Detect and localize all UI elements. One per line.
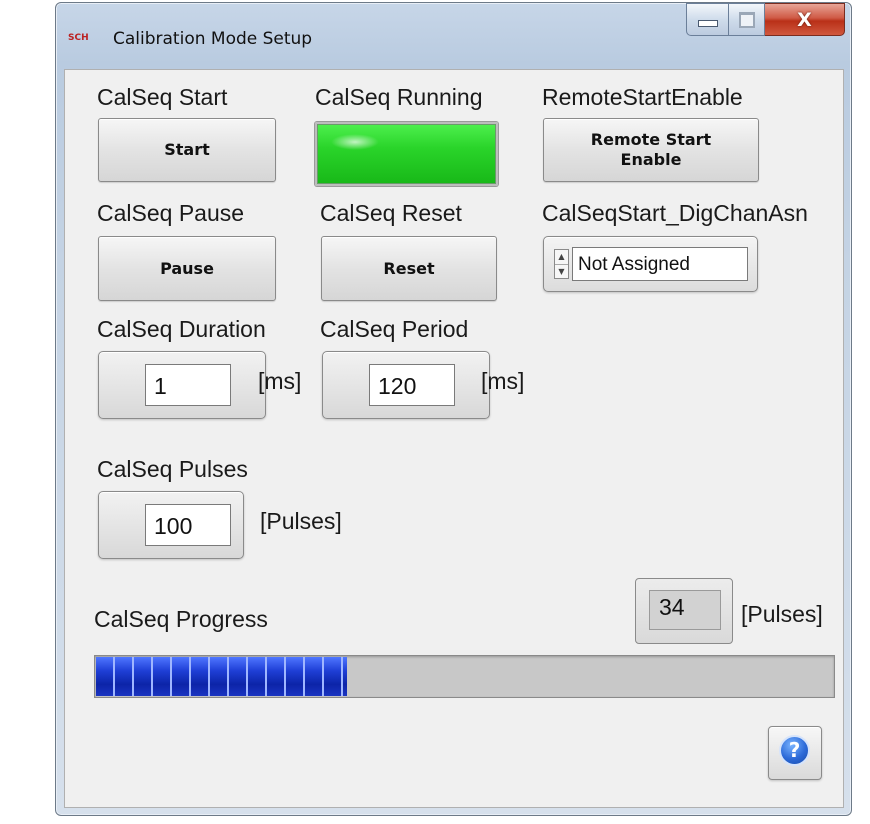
calseq-running-label: CalSeq Running [315,84,483,110]
close-button[interactable]: X [765,3,845,36]
title-bar[interactable]: SCH Calibration Mode Setup X [56,3,851,73]
progress-count-frame: 34 [635,578,733,644]
digchan-label: CalSeqStart_DigChanAsn [542,200,808,226]
calseq-reset-label: CalSeq Reset [320,200,462,226]
window-controls: X [686,3,845,43]
pulses-control[interactable]: 100 [98,491,244,559]
setup-panel: CalSeq Start Start CalSeq Running Remote… [64,69,844,808]
duration-input[interactable]: 1 [145,364,231,406]
progress-count: 34 [649,590,721,630]
calseq-start-label: CalSeq Start [97,84,228,110]
duration-control[interactable]: 1 [98,351,266,419]
spin-up-icon[interactable]: ▲ [555,250,568,265]
digchan-ring[interactable]: ▲ ▼ Not Assigned [543,236,758,292]
app-icon: SCH [68,33,89,43]
pause-button-label: Pause [160,258,214,278]
duration-unit: [ms] [258,368,302,394]
spin-down-icon[interactable]: ▼ [555,265,568,279]
period-unit: [ms] [481,368,525,394]
calseq-pause-label: CalSeq Pause [97,200,245,226]
close-icon: X [797,8,812,31]
maximize-icon [738,11,755,28]
reset-button[interactable]: Reset [321,236,497,301]
period-label: CalSeq Period [320,316,469,342]
progress-label: CalSeq Progress [94,606,268,632]
running-led-indicator [315,122,498,186]
digchan-spinner[interactable]: ▲ ▼ [554,249,569,279]
progress-bar [94,655,835,698]
remote-start-enable-line2: Enable [620,150,682,169]
remote-start-enable-line1: Remote Start [590,130,712,149]
pulses-unit: [Pulses] [260,508,342,534]
minimize-button[interactable] [686,3,729,36]
window-title: Calibration Mode Setup [113,29,313,49]
remote-start-enable-button[interactable]: Remote Start Enable [543,118,759,182]
help-button[interactable]: ? [768,726,822,780]
pulses-label: CalSeq Pulses [97,456,248,482]
progress-unit: [Pulses] [741,601,823,627]
pulses-input[interactable]: 100 [145,504,231,546]
duration-label: CalSeq Duration [97,316,266,342]
calibration-window: SCH Calibration Mode Setup X CalSeq Star… [55,2,852,816]
led-shine [331,134,379,150]
period-input[interactable]: 120 [369,364,455,406]
start-button[interactable]: Start [98,118,276,182]
start-button-label: Start [164,140,210,159]
period-control[interactable]: 120 [322,351,490,419]
reset-button-label: Reset [383,258,435,278]
question-mark-icon: ? [779,735,810,766]
progress-bar-fill [96,657,347,696]
digchan-value[interactable]: Not Assigned [572,247,748,281]
remote-start-enable-label: RemoteStartEnable [542,84,743,110]
pause-button[interactable]: Pause [98,236,276,301]
maximize-button[interactable] [729,3,765,36]
minimize-icon [697,20,718,27]
